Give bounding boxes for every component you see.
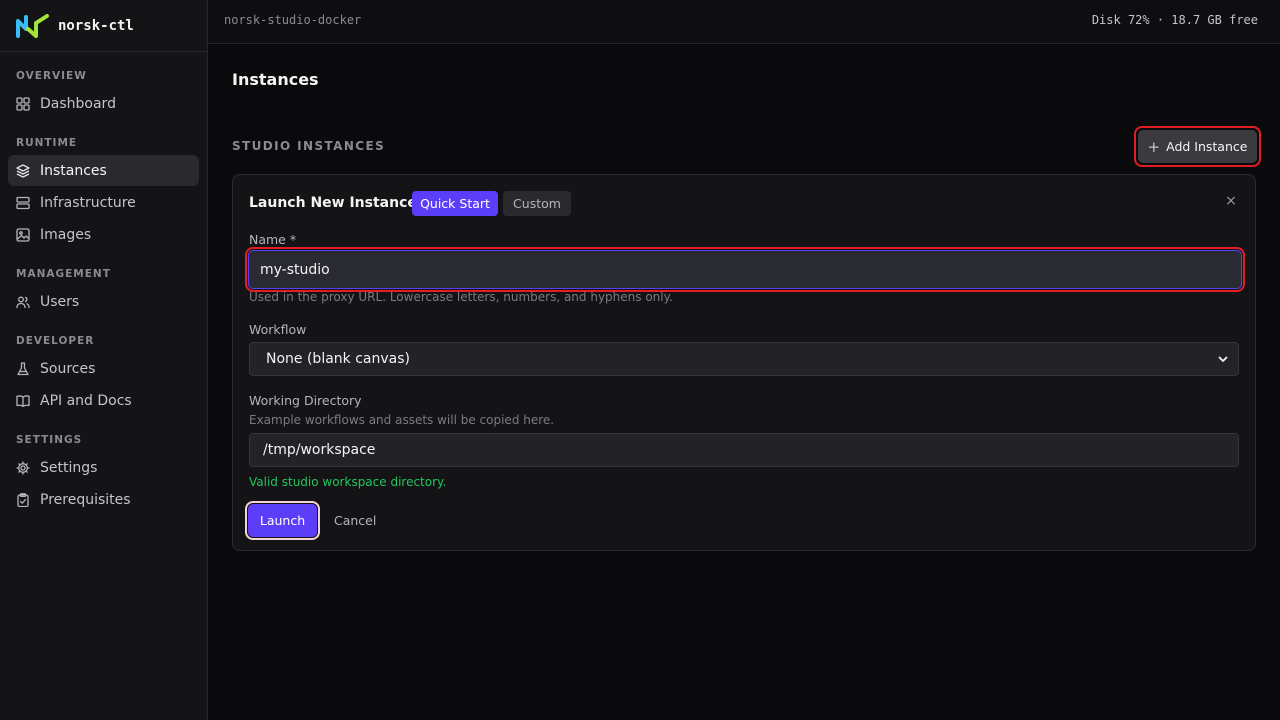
name-label: Name * bbox=[249, 232, 297, 247]
sidebar-item-prerequisites[interactable]: Prerequisites bbox=[8, 484, 199, 515]
sidebar-item-label: Users bbox=[40, 293, 80, 310]
grid-icon bbox=[16, 96, 30, 111]
clipboard-check-icon bbox=[17, 492, 29, 507]
disk-usage: Disk 72% · 18.7 GB free bbox=[1091, 13, 1258, 27]
section-label: STUDIO INSTANCES bbox=[232, 139, 386, 153]
working-dir-hint: Example workflows and assets will be cop… bbox=[249, 413, 555, 427]
nav-section-developer: DEVELOPER bbox=[16, 335, 95, 347]
workflow-label: Workflow bbox=[249, 322, 307, 337]
sidebar-item-label: Instances bbox=[40, 162, 107, 179]
book-icon bbox=[16, 394, 30, 407]
nav-section-overview: OVERVIEW bbox=[16, 70, 87, 82]
working-dir-input[interactable]: /tmp/workspace bbox=[249, 433, 1239, 467]
add-instance-label: Add Instance bbox=[1166, 139, 1248, 154]
users-icon bbox=[16, 296, 30, 308]
name-field-highlight: my-studio bbox=[245, 247, 1245, 292]
sidebar-item-label: Prerequisites bbox=[40, 491, 131, 508]
image-icon bbox=[16, 227, 30, 242]
sidebar-item-dashboard[interactable]: Dashboard bbox=[8, 88, 199, 119]
nav-section-settings: SETTINGS bbox=[16, 434, 83, 446]
sidebar: norsk-ctl OVERVIEW Dashboard RUNTIME Ins… bbox=[0, 0, 208, 720]
name-input[interactable]: my-studio bbox=[248, 250, 1242, 289]
host-name: norsk-studio-docker bbox=[224, 13, 362, 27]
sidebar-item-label: Images bbox=[40, 226, 92, 243]
nav-section-management: MANAGEMENT bbox=[16, 268, 111, 280]
sidebar-item-label: Sources bbox=[40, 360, 96, 377]
sidebar-item-images[interactable]: Images bbox=[8, 219, 199, 250]
add-instance-button[interactable]: + Add Instance bbox=[1138, 130, 1257, 163]
sidebar-item-settings[interactable]: Settings bbox=[8, 452, 199, 483]
panel-title: Launch New Instance bbox=[249, 195, 417, 211]
layers-icon bbox=[16, 163, 30, 178]
sidebar-item-label: API and Docs bbox=[40, 392, 132, 409]
gear-icon bbox=[16, 460, 30, 475]
sidebar-item-instances[interactable]: Instances bbox=[8, 155, 199, 186]
sidebar-item-users[interactable]: Users bbox=[8, 286, 199, 317]
sidebar-item-label: Infrastructure bbox=[40, 194, 136, 211]
launch-highlight: Launch bbox=[245, 501, 320, 540]
app-name: norsk-ctl bbox=[58, 17, 134, 34]
add-instance-highlight: + Add Instance bbox=[1134, 126, 1261, 167]
working-dir-status: Valid studio workspace directory. bbox=[249, 475, 447, 489]
topbar: norsk-studio-docker Disk 72% · 18.7 GB f… bbox=[208, 0, 1280, 44]
chevron-down-icon bbox=[1218, 356, 1228, 362]
workflow-select[interactable]: None (blank canvas) bbox=[249, 342, 1239, 376]
norsk-logo-icon bbox=[16, 13, 49, 38]
sidebar-item-label: Settings bbox=[40, 459, 98, 476]
name-hint: Used in the proxy URL. Lowercase letters… bbox=[249, 290, 673, 304]
sidebar-item-infrastructure[interactable]: Infrastructure bbox=[8, 187, 199, 218]
launch-button[interactable]: Launch bbox=[248, 504, 317, 537]
cancel-button[interactable]: Cancel bbox=[334, 513, 376, 528]
close-icon[interactable]: × bbox=[1225, 194, 1237, 208]
sidebar-item-label: Dashboard bbox=[40, 95, 116, 112]
sidebar-item-api-docs[interactable]: API and Docs bbox=[8, 385, 199, 416]
plus-icon: + bbox=[1147, 137, 1161, 156]
brand[interactable]: norsk-ctl bbox=[0, 0, 207, 52]
workflow-selected-value: None (blank canvas) bbox=[266, 351, 410, 367]
server-icon bbox=[16, 196, 30, 209]
launch-instance-panel: Launch New Instance Quick Start Custom ×… bbox=[232, 174, 1256, 551]
tab-custom[interactable]: Custom bbox=[503, 191, 571, 216]
page-title: Instances bbox=[232, 70, 319, 89]
tab-quick-start[interactable]: Quick Start bbox=[412, 191, 498, 216]
sidebar-item-sources[interactable]: Sources bbox=[8, 353, 199, 384]
nav-section-runtime: RUNTIME bbox=[16, 137, 78, 149]
working-dir-label: Working Directory bbox=[249, 393, 362, 408]
flask-icon bbox=[17, 361, 29, 375]
